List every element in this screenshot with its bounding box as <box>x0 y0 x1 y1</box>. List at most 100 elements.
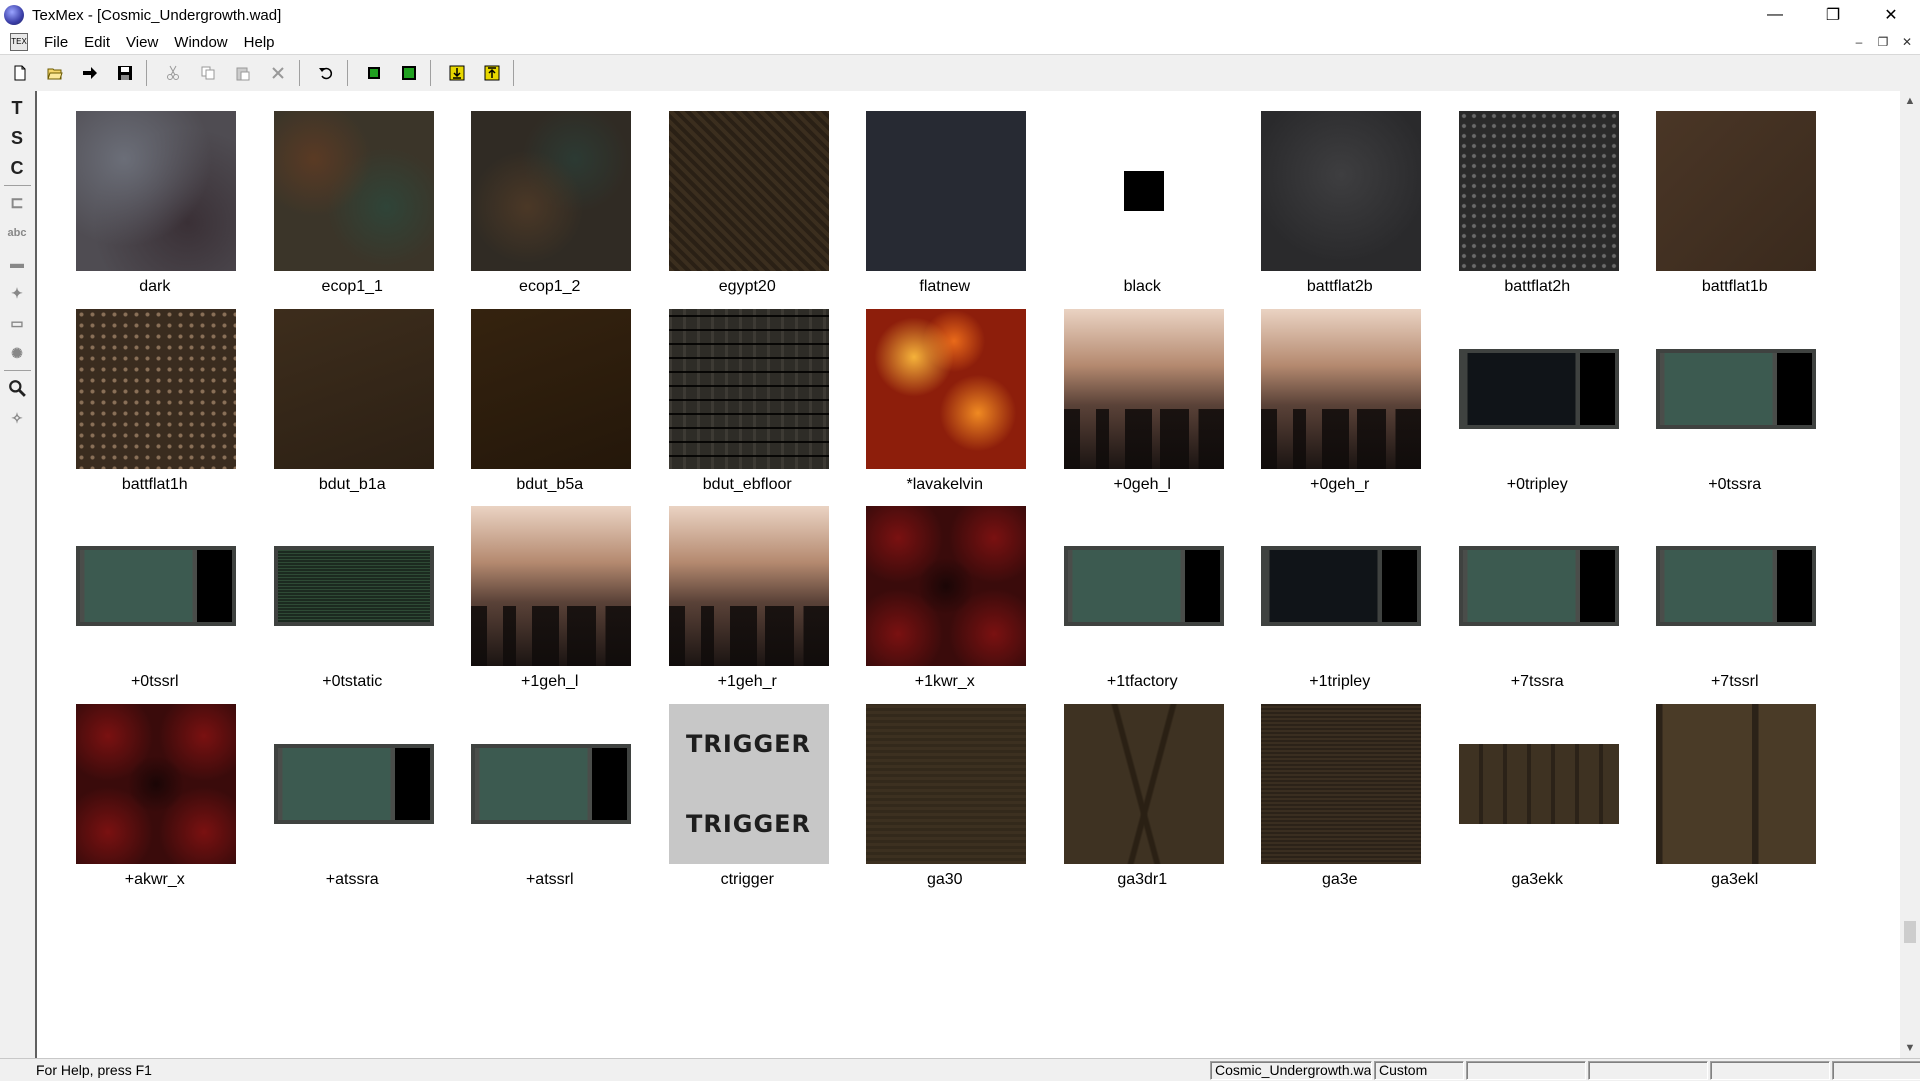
texture-item[interactable]: +1tripley <box>1241 506 1439 704</box>
vertical-scrollbar[interactable]: ▲ ▼ <box>1900 91 1920 1058</box>
texture-item[interactable]: +atssrl <box>451 704 649 902</box>
texture-item[interactable]: battflat1b <box>1636 111 1834 309</box>
fit-button[interactable] <box>394 59 424 87</box>
c-tool-button[interactable]: C <box>4 155 30 181</box>
texture-item[interactable]: egypt20 <box>649 111 847 309</box>
texture-thumbnail <box>1458 111 1619 271</box>
zoom-icon <box>9 380 26 397</box>
texture-item[interactable]: +0tssra <box>1636 309 1834 507</box>
texture-thumbnail <box>866 506 1026 666</box>
save-button[interactable] <box>110 59 140 87</box>
texture-thumbnail-frame <box>866 506 1026 666</box>
sparkle-button[interactable]: ✺ <box>4 340 30 366</box>
minimize-button[interactable]: — <box>1746 0 1804 30</box>
texture-item[interactable]: battflat2h <box>1439 111 1637 309</box>
mdi-minimize-button[interactable]: – <box>1850 33 1868 51</box>
zoom-button[interactable] <box>4 375 30 401</box>
texture-item[interactable]: bdut_b1a <box>254 308 452 507</box>
texture-item[interactable]: +atssra <box>254 704 452 902</box>
mdi-restore-button[interactable]: ❐ <box>1874 33 1892 51</box>
texture-thumbnail-frame <box>866 308 1026 469</box>
texture-item[interactable]: +0tstatic <box>254 506 452 704</box>
mdi-document-icon[interactable]: TEX <box>10 33 28 51</box>
restore-button[interactable]: ❐ <box>1804 0 1862 30</box>
texture-item[interactable]: +0geh_r <box>1241 308 1439 507</box>
texture-item[interactable]: +7tssra <box>1439 506 1637 704</box>
texture-item[interactable]: +1tfactory <box>1044 506 1242 704</box>
resize-button[interactable] <box>359 59 389 87</box>
crop-button[interactable]: ⊏ <box>4 190 30 216</box>
texture-item[interactable]: ga3e <box>1241 703 1439 902</box>
brush-button[interactable]: ▭ <box>4 310 30 336</box>
texture-item[interactable]: +1geh_r <box>649 506 847 704</box>
new-file-button[interactable] <box>5 59 35 87</box>
import-image-button[interactable] <box>477 59 507 87</box>
texture-item[interactable]: dark <box>56 111 254 309</box>
texture-label: +0tssra <box>1708 475 1762 493</box>
texture-label: +0geh_r <box>1310 475 1370 493</box>
texture-thumbnail-frame <box>866 703 1026 864</box>
texture-item[interactable]: +0tripley <box>1439 309 1637 507</box>
menu-edit[interactable]: Edit <box>76 34 118 51</box>
copy-button[interactable] <box>193 59 223 87</box>
delete-button[interactable] <box>263 59 293 87</box>
menu-view[interactable]: View <box>118 34 166 51</box>
texture-item[interactable]: battflat1h <box>56 308 254 507</box>
scroll-thumb[interactable] <box>1904 921 1916 943</box>
texture-item[interactable]: +7tssrl <box>1636 506 1834 704</box>
texture-item[interactable]: ga3ekk <box>1439 704 1637 902</box>
texture-item[interactable]: battflat2b <box>1241 111 1439 309</box>
menu-window[interactable]: Window <box>166 34 235 51</box>
texture-item[interactable]: +1geh_l <box>451 506 649 704</box>
texture-thumbnail-frame <box>1261 506 1421 666</box>
stamp-button[interactable]: ✦ <box>4 280 30 306</box>
texture-item[interactable]: ga3dr1 <box>1044 703 1242 902</box>
texture-item[interactable]: flatnew <box>846 111 1044 309</box>
walk-button[interactable]: ✧ <box>4 405 30 431</box>
texture-label: black <box>1123 278 1161 295</box>
text-tool-button[interactable]: T <box>4 95 30 121</box>
texture-label: ga3ekk <box>1511 870 1564 888</box>
menu-file[interactable]: File <box>36 34 76 51</box>
texture-item[interactable]: +akwr_x <box>56 703 254 902</box>
undo-button[interactable] <box>311 59 341 87</box>
texture-thumbnail <box>1063 546 1224 626</box>
menu-help[interactable]: Help <box>236 34 283 51</box>
spell-button[interactable]: abc <box>4 220 30 246</box>
texture-label: bdut_b5a <box>516 475 584 493</box>
texture-label: ecop1_2 <box>519 278 581 295</box>
texture-item[interactable]: +0tssrl <box>56 506 254 704</box>
s-tool-button[interactable]: S <box>4 125 30 151</box>
cut-button[interactable] <box>158 59 188 87</box>
mdi-close-button[interactable]: ✕ <box>1898 33 1916 51</box>
close-button[interactable]: ✕ <box>1862 0 1920 30</box>
export-yellow-icon <box>449 65 465 81</box>
texture-item[interactable]: ga3ekl <box>1636 703 1834 902</box>
export-button[interactable] <box>442 59 472 87</box>
texture-item[interactable]: ecop1_2 <box>451 111 649 309</box>
texture-item[interactable]: bdut_ebfloor <box>649 308 847 507</box>
texture-item[interactable]: +1kwr_x <box>846 506 1044 704</box>
texture-label: +7tssra <box>1510 673 1564 690</box>
texture-item[interactable]: ga30 <box>846 703 1044 902</box>
texture-thumbnail-frame <box>1063 703 1224 864</box>
status-bar: For Help, press F1 Cosmic_Undergrowth.wa… <box>0 1058 1920 1081</box>
texture-grid: dark ecop1_1 ecop1_2 egypt20 flatnew black bat… <box>56 111 1834 901</box>
texture-item[interactable]: +0geh_l <box>1044 308 1242 507</box>
texture-item[interactable]: black <box>1044 111 1242 309</box>
scroll-up-button[interactable]: ▲ <box>1900 91 1920 111</box>
bubble-button[interactable]: ▬ <box>4 250 30 276</box>
texture-label: +1tripley <box>1309 673 1371 690</box>
texture-thumbnail-frame <box>866 111 1026 271</box>
texture-item[interactable]: TRIGGER TRIGGER ctrigger <box>649 703 847 902</box>
scroll-down-button[interactable]: ▼ <box>1900 1038 1920 1058</box>
texture-thumbnail <box>1261 703 1421 864</box>
paste-button[interactable] <box>228 59 258 87</box>
texture-item[interactable]: bdut_b5a <box>451 308 649 507</box>
texture-item[interactable]: ecop1_1 <box>254 111 452 309</box>
open-button[interactable] <box>40 59 70 87</box>
texture-thumbnail <box>76 111 236 271</box>
import-button[interactable] <box>75 59 105 87</box>
texture-thumbnail-frame <box>273 704 434 864</box>
texture-item[interactable]: *lavakelvin <box>846 308 1044 507</box>
